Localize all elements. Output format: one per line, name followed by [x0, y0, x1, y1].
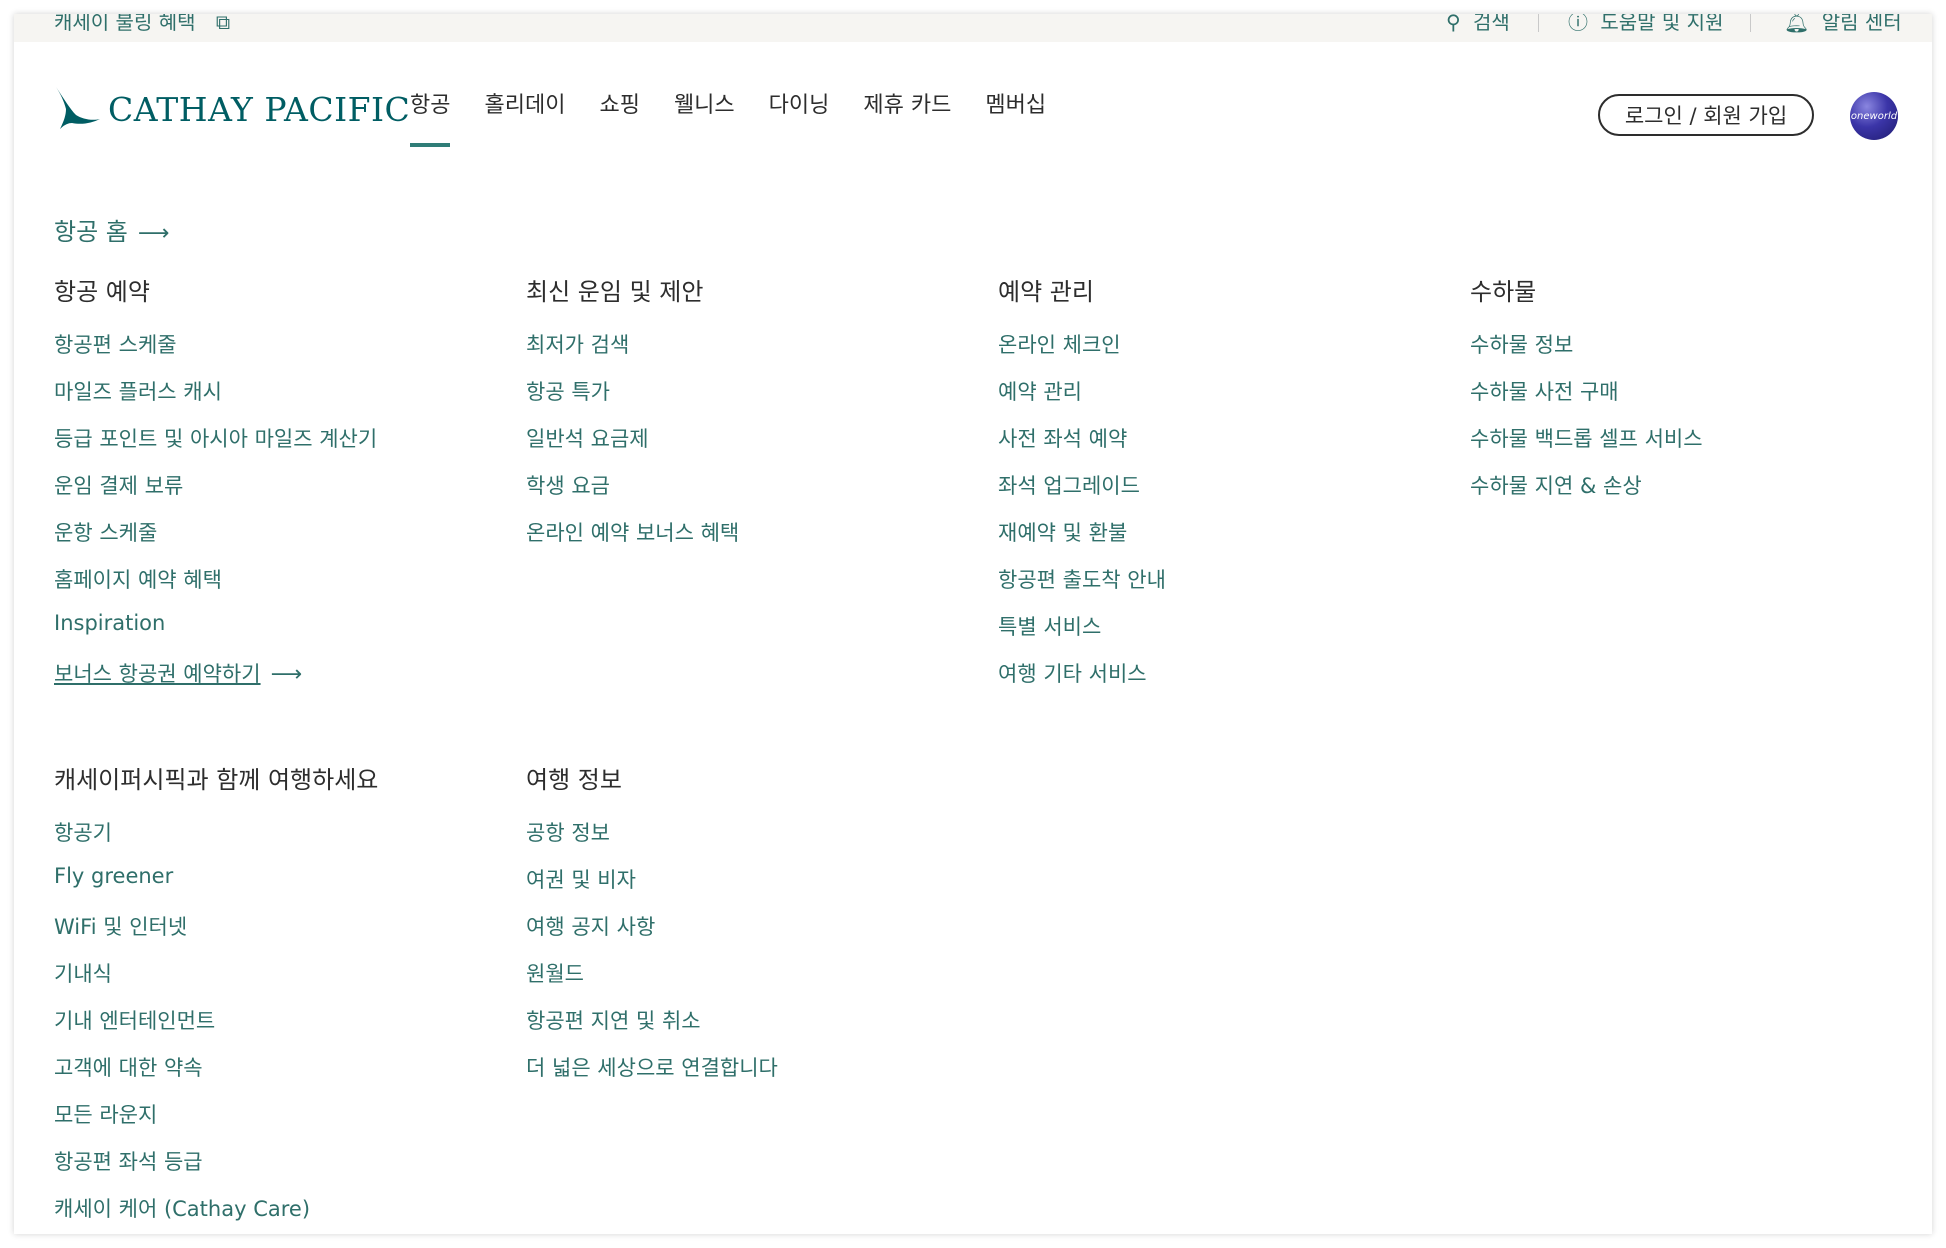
brushwing-logo-icon: [56, 86, 100, 129]
utility-promo-label: 캐세이 불링 혜택: [54, 14, 196, 34]
menu-link[interactable]: 사전 좌석 예약: [998, 423, 1166, 470]
menu-link[interactable]: 온라인 체크인: [998, 329, 1166, 376]
menu-link[interactable]: 공항 정보: [526, 817, 778, 864]
menu-link[interactable]: 항공편 지연 및 취소: [526, 1005, 778, 1052]
utility-help-link[interactable]: ⓘ 도움말 및 지원: [1568, 14, 1723, 35]
utility-notifications-label: 알림 센터: [1821, 14, 1902, 34]
menu-link[interactable]: 일반석 요금제: [526, 423, 739, 470]
menu-link[interactable]: WiFi 및 인터넷: [54, 911, 378, 958]
nav-item-membership[interactable]: 멤버십: [985, 87, 1046, 147]
menu-link[interactable]: 모든 라운지: [54, 1099, 378, 1146]
arrow-right-icon: ⟶: [137, 221, 170, 246]
nav-item-flights[interactable]: 항공: [410, 87, 451, 147]
menu-link[interactable]: 특별 서비스: [998, 611, 1166, 658]
external-link-icon: ⧉: [215, 14, 231, 34]
help-icon: ⓘ: [1568, 14, 1588, 34]
menu-link[interactable]: 기내식: [54, 958, 378, 1005]
menu-section-title: 항공 예약: [54, 278, 150, 306]
menu-section-baggage: 수하물 수하물 정보 수하물 사전 구매 수하물 백드롭 셀프 서비스 수하물 …: [1470, 272, 1703, 517]
utility-promo-link[interactable]: 캐세이 불링 혜택 ⧉: [54, 14, 230, 35]
menu-link[interactable]: 기내 엔터테인먼트: [54, 1005, 378, 1052]
menu-section-title: 최신 운임 및 제안: [526, 278, 704, 306]
menu-section-booking: 항공 예약 항공편 스케줄 마일즈 플러스 캐시 등급 포인트 및 아시아 마일…: [54, 272, 377, 705]
menu-link[interactable]: 예약 관리: [998, 376, 1166, 423]
menu-link[interactable]: 여권 및 비자: [526, 864, 778, 911]
menu-link[interactable]: 마일즈 플러스 캐시: [54, 376, 377, 423]
menu-link[interactable]: 재예약 및 환불: [998, 517, 1166, 564]
main-nav: 항공 홀리데이 쇼핑 웰니스 다이닝 제휴 카드 멤버십: [410, 87, 1080, 147]
menu-link[interactable]: Fly greener: [54, 864, 378, 911]
site-header: CATHAY PACIFIC 항공 홀리데이 쇼핑 웰니스 다이닝 제휴 카드 …: [14, 42, 1932, 152]
nav-item-cards[interactable]: 제휴 카드: [863, 87, 951, 147]
bell-icon: 🔔︎: [1784, 14, 1810, 34]
brand-logo[interactable]: CATHAY PACIFIC: [54, 84, 410, 129]
login-signup-button[interactable]: 로그인 / 회원 가입: [1598, 94, 1814, 136]
menu-link[interactable]: 수하물 정보: [1470, 329, 1703, 376]
menu-link[interactable]: 항공편 좌석 등급: [54, 1146, 378, 1193]
menu-link[interactable]: 캐세이 케어 (Cathay Care): [54, 1193, 378, 1234]
menu-link[interactable]: 수하물 사전 구매: [1470, 376, 1703, 423]
utility-bar: 캐세이 불링 혜택 ⧉ ⚲ 검색 ⓘ 도움말 및 지원 🔔︎ 알림 센터: [14, 14, 1932, 42]
nav-item-wellness[interactable]: 웰니스: [674, 87, 735, 147]
flights-home-label: 항공 홈: [54, 218, 128, 246]
menu-link[interactable]: 좌석 업그레이드: [998, 470, 1166, 517]
menu-link[interactable]: 온라인 예약 보너스 혜택: [526, 517, 739, 564]
utility-search-link[interactable]: ⚲ 검색: [1446, 14, 1510, 35]
menu-link[interactable]: 고객에 대한 약속: [54, 1052, 378, 1099]
menu-link[interactable]: 운항 스케줄: [54, 517, 377, 564]
menu-section-fares: 최신 운임 및 제안 최저가 검색 항공 특가 일반석 요금제 학생 요금 온라…: [526, 272, 739, 564]
nav-item-holidays[interactable]: 홀리데이: [484, 87, 565, 147]
utility-divider: [1538, 14, 1539, 32]
menu-link[interactable]: 학생 요금: [526, 470, 739, 517]
menu-section-manage: 예약 관리 온라인 체크인 예약 관리 사전 좌석 예약 좌석 업그레이드 재예…: [998, 272, 1166, 705]
oneworld-logo[interactable]: oneworld: [1850, 92, 1898, 140]
nav-item-shopping[interactable]: 쇼핑: [599, 87, 639, 147]
menu-section-travel-info: 여행 정보 공항 정보 여권 및 비자 여행 공지 사항 원월드 항공편 지연 …: [526, 760, 778, 1099]
menu-section-title: 수하물: [1470, 278, 1537, 306]
menu-section-title: 캐세이퍼시픽과 함께 여행하세요: [54, 766, 379, 794]
menu-link[interactable]: 항공편 출도착 안내: [998, 564, 1166, 611]
menu-link[interactable]: 여행 기타 서비스: [998, 658, 1166, 705]
oneworld-wordmark: oneworld: [1850, 110, 1898, 122]
arrow-right-icon: ⟶: [270, 662, 303, 687]
menu-link[interactable]: 원월드: [526, 958, 778, 1005]
menu-link[interactable]: 여행 공지 사항: [526, 911, 778, 958]
menu-link[interactable]: 수하물 지연 & 손상: [1470, 470, 1703, 517]
utility-search-label: 검색: [1473, 14, 1510, 34]
browser-viewport: 캐세이 불링 혜택 ⧉ ⚲ 검색 ⓘ 도움말 및 지원 🔔︎ 알림 센터 CAT…: [14, 14, 1932, 1234]
menu-link[interactable]: 더 넓은 세상으로 연결합니다: [526, 1052, 778, 1099]
menu-link[interactable]: 항공편 스케줄: [54, 329, 377, 376]
brand-wordmark: CATHAY PACIFIC: [108, 90, 411, 129]
menu-link[interactable]: 항공기: [54, 817, 378, 864]
menu-section-travel-with-us: 캐세이퍼시픽과 함께 여행하세요 항공기 Fly greener WiFi 및 …: [54, 760, 378, 1234]
menu-link[interactable]: 항공 특가: [526, 376, 739, 423]
menu-link[interactable]: 운임 결제 보류: [54, 470, 377, 517]
utility-notifications-link[interactable]: 🔔︎ 알림 센터: [1784, 14, 1902, 35]
menu-link[interactable]: 최저가 검색: [526, 329, 739, 376]
menu-section-title: 여행 정보: [526, 766, 622, 794]
redeem-flights-label: 보너스 항공권 예약하기: [54, 662, 261, 686]
utility-help-label: 도움말 및 지원: [1600, 14, 1724, 34]
menu-link[interactable]: Inspiration: [54, 611, 377, 658]
search-icon: ⚲: [1446, 14, 1461, 34]
menu-section-title: 예약 관리: [998, 278, 1094, 306]
utility-divider: [1750, 14, 1751, 32]
menu-link[interactable]: 수하물 백드롭 셀프 서비스: [1470, 423, 1703, 470]
menu-link[interactable]: 홈페이지 예약 혜택: [54, 564, 377, 611]
menu-link[interactable]: 등급 포인트 및 아시아 마일즈 계산기: [54, 423, 377, 470]
redeem-flights-link[interactable]: 보너스 항공권 예약하기 ⟶: [54, 658, 377, 705]
flights-home-link[interactable]: 항공 홈 ⟶: [54, 212, 169, 247]
nav-item-dining[interactable]: 다이닝: [769, 87, 830, 147]
